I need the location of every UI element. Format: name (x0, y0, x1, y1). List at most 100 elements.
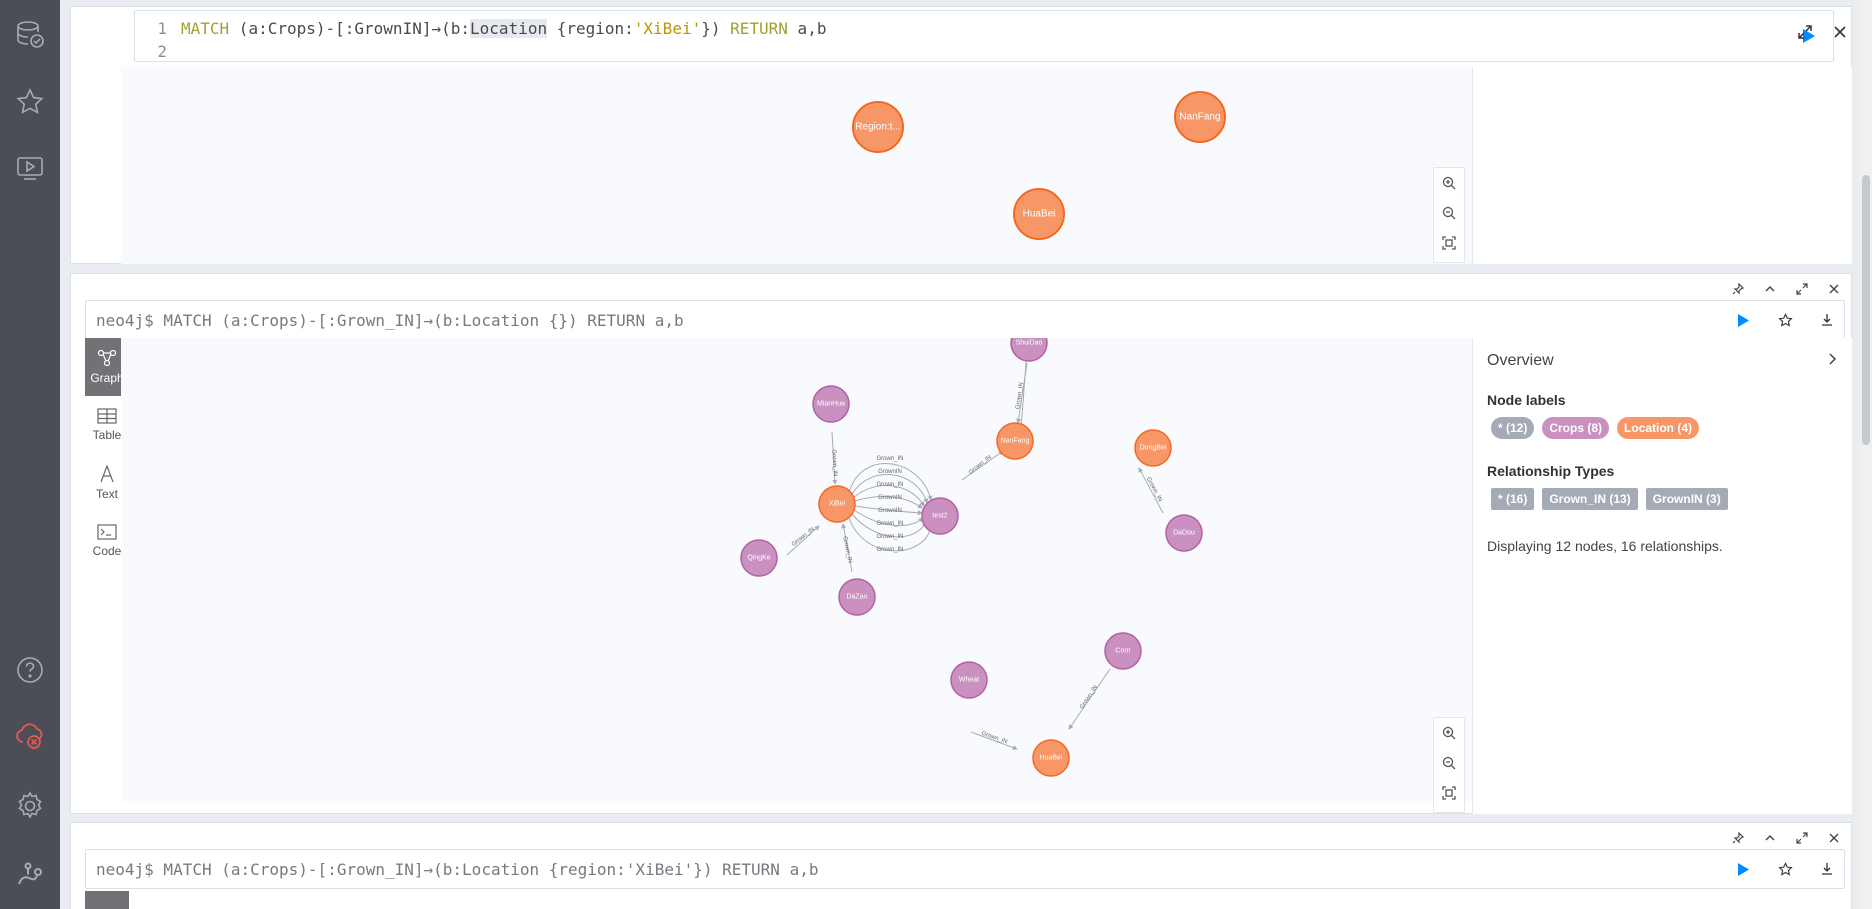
command-bar-actions (1732, 858, 1838, 880)
node-dongbei[interactable]: DongBei (1134, 429, 1172, 467)
graph-svg-1: Region:t... NanFang HuaBei (852, 91, 1226, 240)
node-qingke[interactable]: QingKe (740, 539, 778, 577)
rel-label: Grown_IN (876, 547, 903, 553)
svg-text:DaDou: DaDou (1173, 530, 1195, 537)
node-shuidao[interactable]: ShuiDao (1010, 324, 1048, 362)
result-frame-3: neo4j$ MATCH (a:Crops)-[:Grown_IN]→(b:Lo… (70, 822, 1852, 909)
node-mianhua[interactable]: MianHua (812, 385, 850, 423)
query-editor[interactable]: 1 2 MATCH (a:Crops)-[:GrownIN]→(b:Locati… (134, 10, 1834, 62)
page-scrollbar[interactable] (1860, 0, 1872, 909)
command-bar-actions (1732, 309, 1838, 331)
node-region[interactable]: Region:t... (852, 101, 904, 153)
editor-close-icon[interactable] (1832, 24, 1848, 45)
query-arrow: → (431, 19, 442, 38)
svg-text:ShuiDao: ShuiDao (1016, 340, 1043, 347)
overview-title: Overview (1487, 352, 1554, 369)
svg-text:HuaBei: HuaBei (1040, 755, 1063, 762)
scroll-thumb[interactable] (1862, 175, 1870, 445)
node-dadou[interactable]: DaDou (1165, 514, 1203, 552)
collapse-chevron-icon[interactable] (1761, 829, 1779, 847)
svg-text:DaZao: DaZao (846, 594, 867, 601)
database-icon[interactable] (0, 6, 60, 62)
rel-type-grown-in[interactable]: Grown_IN (13) (1542, 488, 1638, 510)
frame-2-command-text[interactable]: neo4j$ MATCH (a:Crops)-[:Grown_IN]→(b:Lo… (96, 311, 684, 330)
settings-gear-icon[interactable] (0, 778, 60, 834)
overview-summary: Displaying 12 nodes, 16 relationships. (1487, 538, 1723, 554)
query-fragment: (a:Crops)-[:GrownIN] (229, 19, 432, 38)
rel-label: Grown_IN (876, 456, 903, 462)
node-nanfang[interactable]: NanFang (1174, 91, 1226, 143)
tab-label: Code (92, 544, 122, 558)
svg-text:QingKe: QingKe (747, 555, 770, 562)
rel-label: Grown_IN (876, 482, 903, 488)
nodes: ShuiDao MianHua NanFang DongBei XiBei te… (740, 324, 1203, 777)
node-wheat[interactable]: Wheat (950, 661, 988, 699)
svg-text:XiBei: XiBei (829, 501, 846, 508)
node-xibei[interactable]: XiBei (818, 485, 856, 523)
node-huabei[interactable]: HuaBei (1032, 739, 1070, 777)
node-label-all[interactable]: * (12) (1491, 417, 1535, 439)
rel-label: Grown_IN (876, 534, 903, 540)
fullscreen-icon[interactable] (1793, 829, 1811, 847)
zoom-out-icon[interactable] (1435, 198, 1463, 228)
svg-text:Region:t...: Region:t... (855, 122, 901, 133)
node-test2[interactable]: test2 (921, 497, 959, 535)
favorite-star-icon[interactable] (1774, 309, 1796, 331)
zoom-out-icon[interactable] (1435, 748, 1463, 778)
keyword-return: RETURN (730, 19, 788, 38)
frame-2-header-actions (1729, 280, 1843, 298)
graph-icon (97, 349, 117, 367)
node-corn[interactable]: Corn (1104, 632, 1142, 670)
node-labels-heading: Node labels (1487, 392, 1566, 408)
line-number: 2 (157, 42, 167, 61)
svg-text:NanFang: NanFang (1001, 438, 1030, 445)
tab-label: Table (92, 428, 122, 442)
cloud-disconnected-icon[interactable] (0, 708, 60, 764)
frame-2-command-bar[interactable]: neo4j$ MATCH (a:Crops)-[:Grown_IN]→(b:Lo… (85, 300, 1845, 340)
rerun-icon[interactable] (1732, 309, 1754, 331)
query-fragment: }) (701, 19, 731, 38)
fit-view-icon[interactable] (1435, 778, 1463, 808)
zoom-in-icon[interactable] (1435, 168, 1463, 198)
svg-text:Wheat: Wheat (959, 677, 979, 684)
graph-canvas-1[interactable]: Region:t... NanFang HuaBei (121, 67, 1533, 264)
rel-label: GrownIN (878, 469, 902, 475)
download-icon[interactable] (1816, 858, 1838, 880)
fit-view-icon[interactable] (1435, 228, 1463, 258)
rerun-icon[interactable] (1732, 858, 1754, 880)
query-text[interactable]: MATCH (a:Crops)-[:GrownIN]→(b:Location {… (181, 17, 826, 40)
query-fragment: (b: (441, 19, 471, 38)
favorite-star-icon[interactable] (1774, 858, 1796, 880)
pin-icon[interactable] (1729, 280, 1747, 298)
tab-graph[interactable] (85, 891, 129, 909)
svg-text:test2: test2 (932, 513, 947, 520)
rel-type-grownin[interactable]: GrownIN (3) (1645, 488, 1728, 510)
node-label-location[interactable]: Location (4) (1617, 417, 1700, 439)
frame-3-command-bar[interactable]: neo4j$ MATCH (a:Crops)-[:Grown_IN]→(b:Lo… (85, 849, 1845, 889)
chevron-right-icon[interactable] (1828, 352, 1838, 370)
node-dazao[interactable]: DaZao (838, 578, 876, 616)
pin-icon[interactable] (1729, 829, 1747, 847)
node-label-crops[interactable]: Crops (8) (1542, 417, 1610, 439)
collapse-chevron-icon[interactable] (1761, 280, 1779, 298)
frame-3-command-text[interactable]: neo4j$ MATCH (a:Crops)-[:Grown_IN]→(b:Lo… (96, 860, 818, 879)
about-neo4j-icon[interactable] (0, 846, 60, 902)
download-icon[interactable] (1816, 309, 1838, 331)
rel-label: Grown_IN (1145, 476, 1163, 503)
favorites-star-icon[interactable] (0, 74, 60, 130)
node-nanfang[interactable]: NanFang (996, 422, 1034, 460)
help-icon[interactable] (0, 642, 60, 698)
relationship-type-tags: * (16) Grown_IN (13) GrownIN (3) (1491, 488, 1728, 510)
fullscreen-icon[interactable] (1793, 280, 1811, 298)
node-huabei[interactable]: HuaBei (1013, 188, 1065, 240)
close-frame-icon[interactable] (1825, 829, 1843, 847)
query-string: 'XiBei' (633, 19, 702, 38)
editor-fullscreen-icon[interactable] (1797, 24, 1813, 45)
guides-play-icon[interactable] (0, 140, 60, 196)
zoom-in-icon[interactable] (1435, 718, 1463, 748)
rel-dadou-dongbei[interactable] (1138, 467, 1164, 514)
graph-canvas-2[interactable]: Grown_IN GrownIN Grown_IN GrownIN GrownI… (121, 324, 1543, 801)
rel-label: Grown_IN (841, 536, 852, 564)
close-frame-icon[interactable] (1825, 280, 1843, 298)
rel-type-all[interactable]: * (16) (1491, 488, 1535, 510)
